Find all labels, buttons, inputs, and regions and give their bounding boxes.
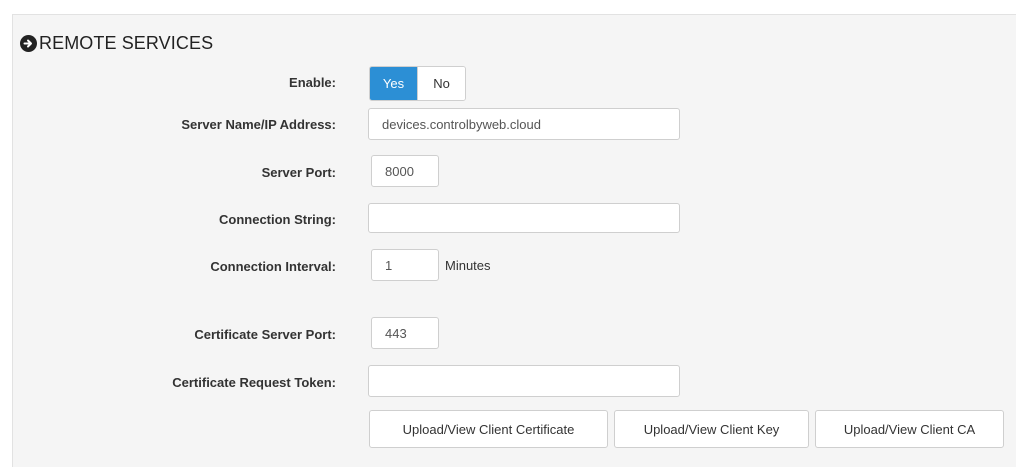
upload-client-key-button[interactable]: Upload/View Client Key (614, 410, 809, 448)
connection-string-input[interactable] (368, 203, 680, 233)
arrow-right-circle-icon (20, 34, 37, 52)
connection-string-label: Connection String: (219, 212, 336, 227)
remote-services-panel (12, 14, 1016, 467)
cert-server-port-label: Certificate Server Port: (194, 327, 336, 342)
section-header: REMOTE SERVICES (20, 30, 213, 56)
server-port-input[interactable] (371, 155, 439, 187)
server-port-label: Server Port: (261, 165, 336, 180)
enable-yes-button[interactable]: Yes (370, 67, 417, 100)
connection-interval-unit: Minutes (445, 258, 491, 273)
enable-no-button[interactable]: No (417, 67, 465, 100)
upload-client-ca-button[interactable]: Upload/View Client CA (815, 410, 1004, 448)
connection-interval-input[interactable] (371, 249, 439, 281)
connection-interval-label: Connection Interval: (210, 259, 336, 274)
server-name-label: Server Name/IP Address: (181, 117, 336, 132)
section-title: REMOTE SERVICES (39, 32, 214, 53)
server-name-input[interactable] (368, 108, 680, 140)
upload-client-certificate-button[interactable]: Upload/View Client Certificate (369, 410, 608, 448)
cert-server-port-input[interactable] (371, 317, 439, 349)
enable-toggle[interactable]: Yes No (369, 66, 466, 101)
cert-request-token-input[interactable] (368, 365, 680, 397)
enable-label: Enable: (289, 75, 336, 90)
cert-request-token-label: Certificate Request Token: (172, 375, 336, 390)
